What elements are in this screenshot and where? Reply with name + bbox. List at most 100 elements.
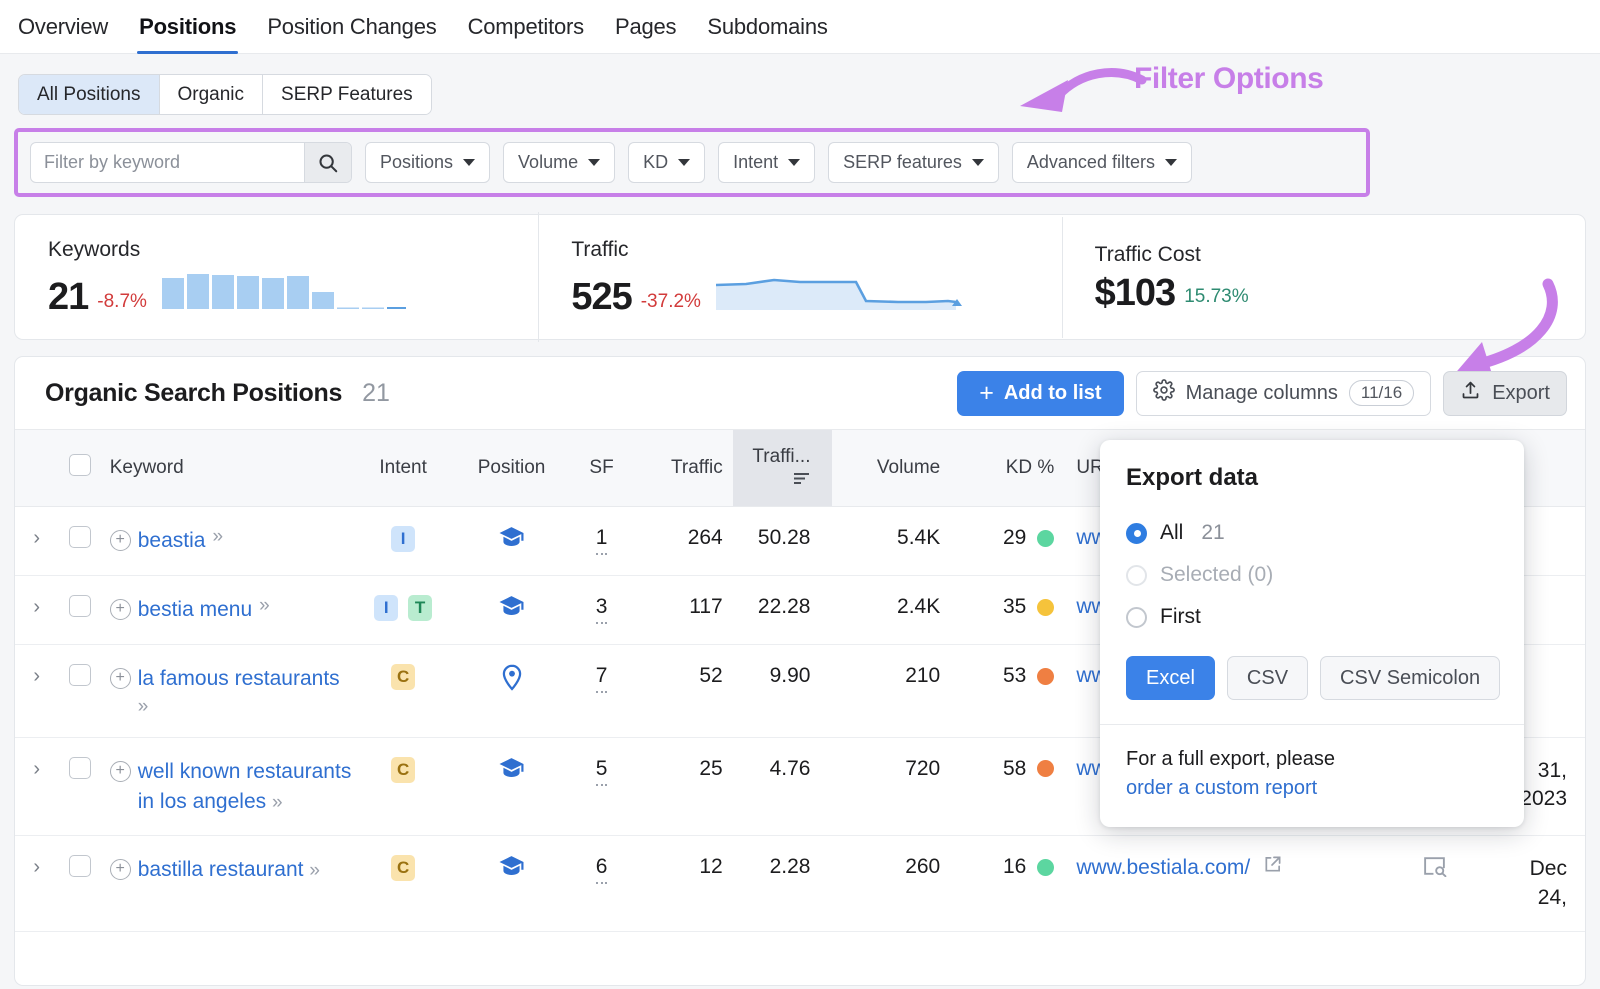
expand-row-icon[interactable]: › (33, 527, 40, 549)
th-traffic-percent[interactable]: Traffi... (733, 430, 833, 507)
th-keyword[interactable]: Keyword (102, 430, 354, 507)
filter-intent[interactable]: Intent (718, 142, 815, 183)
traffic-value: 264 (633, 507, 733, 576)
th-kd-percent[interactable]: KD % (958, 430, 1062, 507)
add-to-list-button[interactable]: + Add to list (957, 371, 1123, 416)
chevron-down-icon (678, 159, 690, 166)
expand-row-icon[interactable]: › (33, 758, 40, 780)
export-upload-icon (1460, 380, 1481, 407)
keyword-expand-icon[interactable]: » (259, 595, 268, 617)
traffic-value: 12 (633, 836, 733, 932)
segment-all-positions[interactable]: All Positions (19, 75, 160, 114)
nav-tab-positions[interactable]: Positions (139, 0, 236, 54)
url-link[interactable]: www.bestiala.com/ (1076, 856, 1250, 879)
position-value[interactable]: 3 (596, 595, 608, 619)
expand-row-icon[interactable]: › (33, 596, 40, 618)
th-position[interactable]: Position (453, 430, 570, 507)
filter-positions[interactable]: Positions (365, 142, 490, 183)
filter-positions-label: Positions (380, 152, 453, 173)
position-value[interactable]: 5 (596, 757, 608, 781)
row-checkbox[interactable] (69, 664, 91, 686)
intent-badge-transactional[interactable]: T (408, 595, 432, 621)
add-keyword-icon[interactable]: + (110, 761, 131, 782)
add-keyword-icon[interactable]: + (110, 599, 131, 620)
traffic-percent-value: 4.76 (733, 737, 833, 836)
map-pin-icon (500, 673, 524, 696)
search-icon[interactable] (304, 142, 351, 183)
filter-kd[interactable]: KD (628, 142, 705, 183)
radio-all[interactable] (1126, 523, 1147, 544)
expand-row-icon[interactable]: › (33, 856, 40, 878)
metric-traffic-cost: Traffic Cost $103 15.73% (1062, 243, 1585, 312)
intent-badge-informational[interactable]: I (374, 595, 398, 621)
filter-advanced-label: Advanced filters (1027, 152, 1155, 173)
export-label: Export (1492, 382, 1550, 405)
th-sf[interactable]: SF (570, 430, 633, 507)
kd-value: 29 (1003, 526, 1026, 550)
nav-tab-pages[interactable]: Pages (615, 0, 676, 54)
keyword-link[interactable]: well known restaurants in los angeles (138, 760, 352, 813)
panel-result-count: 21 (362, 379, 390, 408)
export-format-csv[interactable]: CSV (1227, 656, 1308, 700)
annotation-filter-options: Filter Options (1134, 62, 1323, 96)
row-checkbox[interactable] (69, 526, 91, 548)
expand-row-icon[interactable]: › (33, 665, 40, 687)
nav-tab-position-changes[interactable]: Position Changes (267, 0, 436, 54)
export-format-excel[interactable]: Excel (1126, 656, 1215, 700)
chevron-down-icon (788, 159, 800, 166)
filter-serp-features[interactable]: SERP features (828, 142, 999, 183)
export-button[interactable]: Export (1443, 371, 1567, 416)
nav-tab-overview[interactable]: Overview (18, 0, 108, 54)
traffic-percent-value: 2.28 (733, 836, 833, 932)
export-option-first[interactable]: First (1126, 596, 1498, 638)
export-format-csv-semicolon[interactable]: CSV Semicolon (1320, 656, 1500, 700)
add-keyword-icon[interactable]: + (110, 530, 131, 551)
intent-badge-commercial[interactable]: C (391, 757, 415, 783)
keyword-link[interactable]: bestia menu (138, 595, 252, 625)
graduation-cap-icon (498, 601, 525, 624)
external-link-icon[interactable] (1263, 856, 1282, 879)
th-volume[interactable]: Volume (832, 430, 958, 507)
manage-columns-button[interactable]: Manage columns 11/16 (1136, 371, 1432, 416)
row-checkbox[interactable] (69, 757, 91, 779)
keyword-link[interactable]: bastilla restaurant (138, 858, 304, 881)
position-value[interactable]: 6 (596, 855, 608, 879)
th-intent[interactable]: Intent (353, 430, 453, 507)
search-input[interactable] (31, 143, 304, 182)
add-keyword-icon[interactable]: + (110, 668, 131, 689)
keyword-expand-icon[interactable]: » (272, 792, 281, 813)
th-traffic[interactable]: Traffic (633, 430, 733, 507)
position-value[interactable]: 1 (596, 526, 608, 550)
graduation-cap-icon (498, 532, 525, 555)
add-keyword-icon[interactable]: + (110, 859, 131, 880)
kd-status-dot (1037, 760, 1054, 777)
intent-badge-informational[interactable]: I (391, 526, 415, 552)
filter-volume[interactable]: Volume (503, 142, 615, 183)
metric-traffic-label: Traffic (571, 238, 1061, 262)
row-checkbox[interactable] (69, 595, 91, 617)
traffic-value: 117 (633, 576, 733, 645)
filter-advanced[interactable]: Advanced filters (1012, 142, 1192, 183)
keyword-expand-icon[interactable]: » (138, 696, 147, 717)
serp-preview-icon[interactable] (1422, 859, 1447, 882)
segment-serp-features[interactable]: SERP Features (263, 75, 431, 114)
order-custom-report-link[interactable]: order a custom report (1126, 777, 1317, 799)
sort-icon[interactable] (794, 468, 810, 489)
radio-first[interactable] (1126, 607, 1147, 628)
intent-badge-commercial[interactable]: C (391, 855, 415, 881)
keywords-sparkline-chart (162, 269, 406, 316)
keyword-link[interactable]: la famous restaurants (138, 667, 340, 690)
kd-value: 35 (1003, 595, 1026, 619)
nav-tab-competitors[interactable]: Competitors (468, 0, 584, 54)
intent-badge-commercial[interactable]: C (391, 664, 415, 690)
export-option-all[interactable]: All 21 (1126, 512, 1498, 554)
keyword-expand-icon[interactable]: » (212, 526, 221, 548)
segment-organic[interactable]: Organic (160, 75, 264, 114)
select-all-checkbox[interactable] (69, 454, 91, 476)
keyword-link[interactable]: beastia (138, 526, 206, 556)
kd-value: 16 (1003, 855, 1026, 879)
row-checkbox[interactable] (69, 855, 91, 877)
keyword-expand-icon[interactable]: » (309, 860, 318, 881)
position-value[interactable]: 7 (596, 664, 608, 688)
nav-tab-subdomains[interactable]: Subdomains (707, 0, 827, 54)
